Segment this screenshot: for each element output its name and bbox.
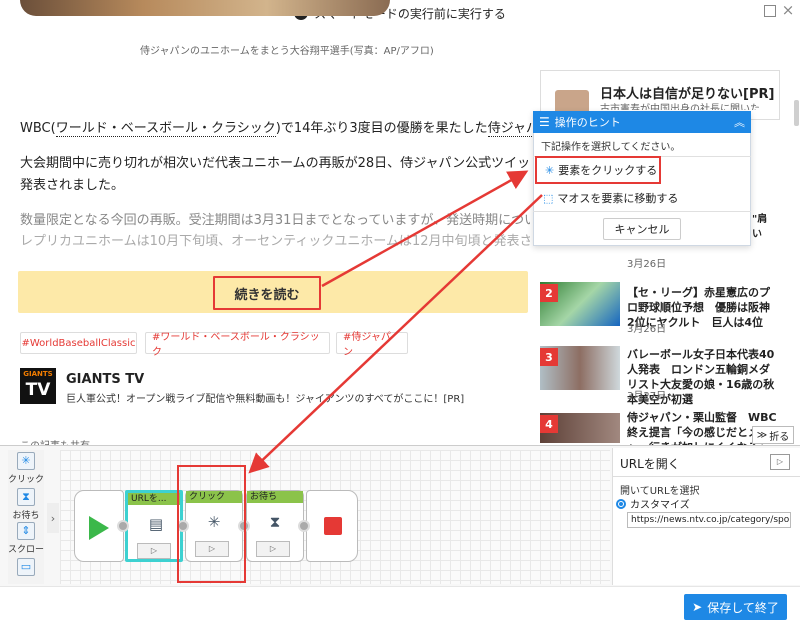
end-node[interactable] (306, 490, 358, 562)
tool-more[interactable]: ▭ (8, 558, 44, 578)
menu-icon: ☰ (539, 115, 550, 129)
connector[interactable] (117, 520, 129, 532)
article-paragraph-2-cont: 発表されました。 (20, 178, 125, 193)
logo-text-small: GIANTS (23, 370, 53, 378)
tool-wait-label: お待ち (12, 511, 40, 521)
click-icon: ✳ (545, 163, 555, 177)
p1-text-a: WBC( (20, 121, 56, 136)
open-url-step[interactable]: URLを... ▤ ▷ (125, 490, 183, 562)
cursor-icon: ⬚ (543, 191, 554, 205)
hover-element-option[interactable]: ⬚ マオスを要素に移動する (543, 190, 678, 206)
click-element-label: 要素をクリックする (558, 164, 658, 177)
article-paragraph-1: WBC(ワールド・ベースボール・クラシック)で14年ぶり3度目の優勝を果たした侍… (20, 118, 565, 140)
step-header: お待ち (247, 491, 303, 503)
connector[interactable] (298, 520, 310, 532)
hourglass-icon: ⧗ (269, 513, 281, 531)
fragment-line-2: い (752, 229, 762, 240)
rank-badge: 4 (540, 415, 558, 433)
news-date-3: 3月27日 (627, 391, 667, 402)
giants-tv-subtitle[interactable]: 巨人軍公式！オープン戦ライブ配信や無料動画も！ジャイアンツのすべてがここに！[P… (66, 390, 464, 405)
article-paragraph-3: 数量限定となる今回の再販。受注期間は3月31日までとなっていますが、発送時期につ… (20, 213, 530, 228)
article-paragraph-3-cont: レプリカユニホームは10月下旬頃、オーセンティックユニホームは12月中旬頃と発表… (20, 234, 530, 249)
scroll-icon: ⇕ (17, 522, 35, 540)
cancel-button[interactable]: キャンセル (603, 218, 681, 240)
expand-arrow-icon[interactable]: › (47, 503, 59, 533)
rank-badge: 2 (540, 284, 558, 302)
collapse-icon[interactable]: ︽ (734, 114, 745, 130)
play-icon[interactable]: ▷ (770, 454, 790, 470)
fragment-line-1: "肩 (752, 214, 768, 225)
customize-radio[interactable]: カスタマイズ (616, 496, 690, 511)
hint-description: 下記操作を選択してください。 (541, 142, 681, 153)
article-paragraph-2: 大会期間中に売り切れが相次いだ代表ユニホームの再販が28日、侍ジャパン公式ツイッ… (20, 156, 530, 171)
radio-selected-icon[interactable] (616, 498, 626, 509)
run-step-icon[interactable]: ▷ (256, 541, 290, 557)
tool-wait[interactable]: ⧗ お待ち (8, 488, 44, 521)
fold-button[interactable]: ≫ 折る (752, 426, 794, 444)
wait-step[interactable]: お待ち ⧗ ▷ (246, 490, 304, 562)
news-date-1: 3月26日 (627, 259, 667, 270)
giants-tv-title[interactable]: GIANTS TV (66, 372, 144, 387)
window-icon: ▭ (17, 558, 35, 576)
send-icon: ➤ (692, 600, 703, 614)
news-date-2: 3月26日 (627, 324, 667, 335)
save-label: 保存して終了 (707, 600, 779, 615)
hover-element-label: マオスを要素に移動する (557, 192, 679, 205)
stop-icon (324, 517, 342, 535)
customize-label: カスタマイズ (630, 500, 690, 511)
giants-tv-logo[interactable]: GIANTS TV (20, 368, 56, 404)
ad-subtitle: 古市憲寿が中国出身の社長に聞いた (600, 104, 760, 110)
click-icon: ✳ (17, 452, 35, 470)
divider (533, 211, 751, 212)
browser-icon: ▤ (148, 515, 164, 533)
highlight-box (177, 465, 246, 583)
p1-text-b: )で14年ぶり3度目の優勝を果たした (275, 121, 488, 136)
close-icon[interactable]: × (780, 1, 796, 19)
properties-title: URLを開く (620, 457, 680, 471)
hint-header: ☰ 操作のヒント ︽ (533, 111, 751, 133)
divider (612, 476, 800, 477)
double-chevron-icon: ≫ (756, 429, 768, 441)
wbc-link[interactable]: ワールド・ベースボール・クラシック (55, 121, 276, 137)
hourglass-icon: ⧗ (17, 488, 35, 506)
tag-samurai-japan[interactable]: #侍ジャパン (336, 332, 408, 358)
tool-click-label: クリック (8, 475, 45, 485)
step-header: URLを... (128, 493, 180, 505)
url-select-label: 開いてURLを選択 (620, 486, 700, 497)
fold-label: 折る (769, 431, 790, 443)
news-title-fragment: "肩い (752, 212, 767, 242)
save-and-exit-button[interactable]: ➤ 保存して終了 (684, 594, 787, 620)
article-photo (20, 0, 390, 16)
logo-text-big: TV (25, 380, 51, 400)
play-icon (89, 516, 109, 540)
click-element-option[interactable]: ✳ 要素をクリックする (535, 156, 661, 184)
restore-icon[interactable] (764, 5, 776, 17)
read-more-button[interactable]: 続きを読む (213, 276, 321, 310)
rank-badge: 3 (540, 348, 558, 366)
tool-click[interactable]: ✳ クリック (8, 452, 44, 485)
scrollbar[interactable] (794, 100, 799, 126)
tag-wbc[interactable]: #WorldBaseballClassic (20, 332, 137, 354)
footer (0, 586, 800, 625)
tag-world-baseball-classic[interactable]: #ワールド・ベースボール・クラシック (145, 332, 330, 358)
hint-title: 操作のヒント (554, 116, 621, 129)
url-input[interactable]: https://news.ntv.co.jp/category/sports/.… (627, 512, 791, 528)
run-step-icon[interactable]: ▷ (137, 543, 171, 559)
photo-caption: 侍ジャパンのユニホームをまとう大谷翔平選手(写真：AP/アフロ) (140, 46, 434, 57)
